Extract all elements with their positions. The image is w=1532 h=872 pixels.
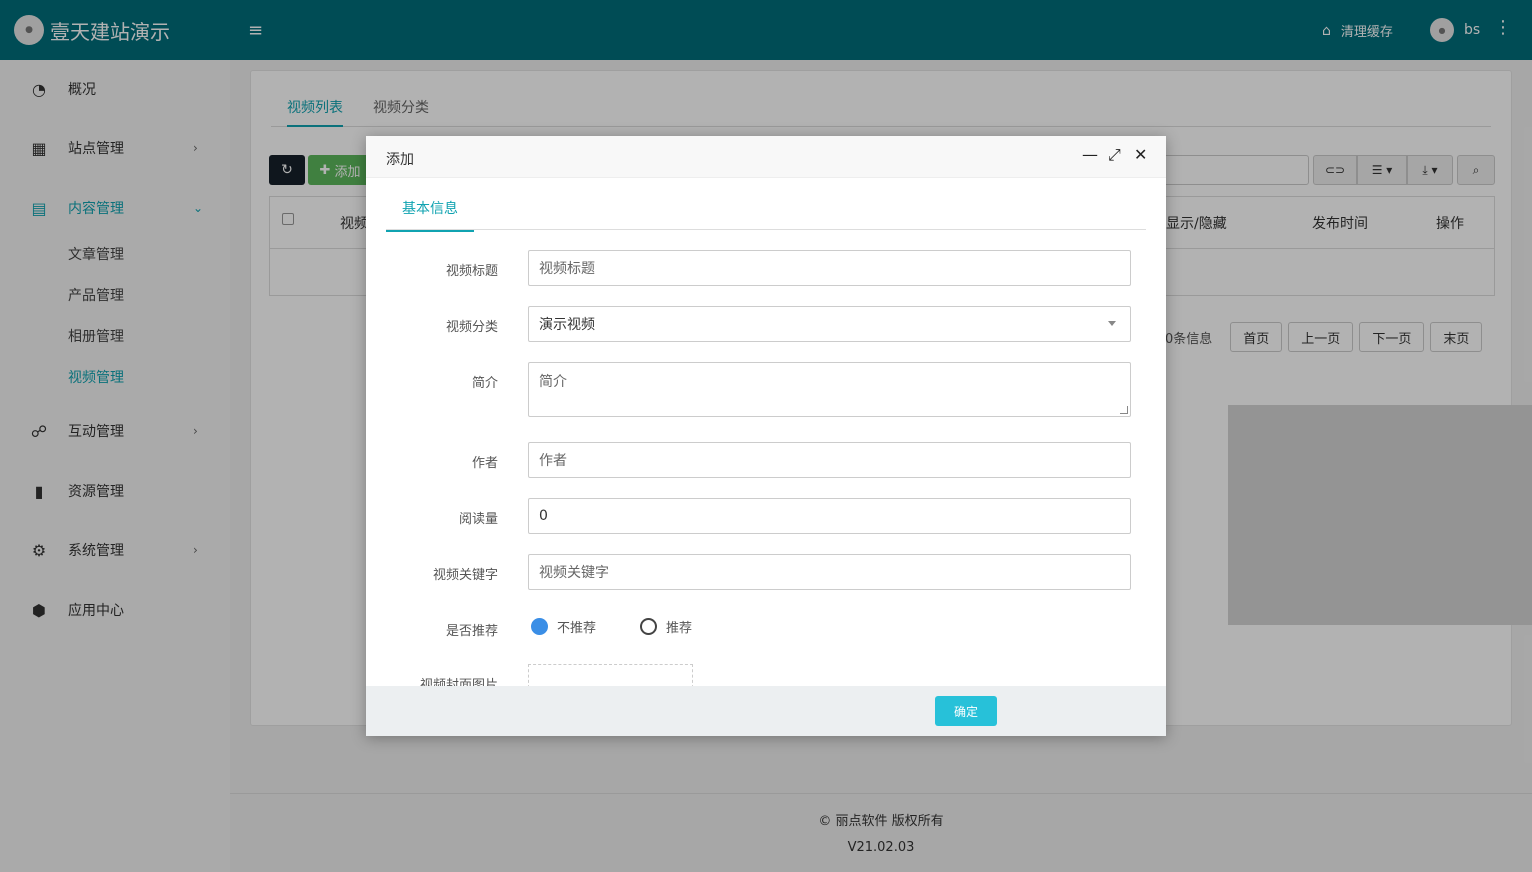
- radio-label: 推荐: [666, 621, 693, 636]
- dialog-footer: 确定: [366, 686, 1166, 736]
- author-label: 作者: [471, 456, 498, 471]
- category-select[interactable]: 演示视频: [528, 306, 1131, 342]
- minimize-icon[interactable]: —: [1082, 147, 1098, 163]
- dialog-body: 基本信息 视频标题 视频标题 视频分类 演示视频 简介 简介 作者 作者 阅读量…: [366, 178, 1166, 686]
- close-icon[interactable]: ✕: [1134, 147, 1147, 163]
- keywords-input[interactable]: 视频关键字: [528, 554, 1131, 590]
- radio-label: 不推荐: [557, 621, 597, 636]
- radio-unchecked-icon: [640, 618, 657, 635]
- maximize-icon[interactable]: ⤢: [1108, 147, 1121, 163]
- radio-checked-icon: [531, 618, 548, 635]
- views-label: 阅读量: [458, 512, 498, 527]
- cover-label: 视频封面图片: [419, 678, 498, 686]
- intro-placeholder: 简介: [539, 374, 567, 390]
- intro-label: 简介: [471, 376, 498, 391]
- caret-down-icon: [1108, 321, 1116, 326]
- category-value: 演示视频: [539, 317, 595, 333]
- radio-not-recommend[interactable]: 不推荐: [531, 617, 596, 636]
- author-input[interactable]: 作者: [528, 442, 1131, 478]
- cover-upload-area[interactable]: [528, 664, 693, 686]
- radio-recommend[interactable]: 推荐: [640, 617, 692, 636]
- dialog-header: 添加 — ⤢ ✕: [366, 136, 1166, 178]
- add-video-dialog: 添加 — ⤢ ✕ 基本信息 视频标题 视频标题 视频分类 演示视频 简介 简介 …: [366, 136, 1166, 736]
- title-label: 视频标题: [445, 264, 498, 279]
- intro-textarea[interactable]: 简介: [528, 362, 1131, 417]
- recommend-label: 是否推荐: [445, 624, 498, 639]
- tab-basic-info[interactable]: 基本信息: [386, 198, 474, 232]
- views-input[interactable]: 0: [528, 498, 1131, 534]
- dialog-title: 添加: [386, 152, 414, 168]
- confirm-button[interactable]: 确定: [935, 696, 997, 726]
- keywords-label: 视频关键字: [432, 568, 498, 583]
- resize-grip-icon[interactable]: [1120, 406, 1128, 414]
- category-label: 视频分类: [445, 320, 498, 335]
- title-input[interactable]: 视频标题: [528, 250, 1131, 286]
- dialog-tabs: 基本信息: [386, 178, 1146, 232]
